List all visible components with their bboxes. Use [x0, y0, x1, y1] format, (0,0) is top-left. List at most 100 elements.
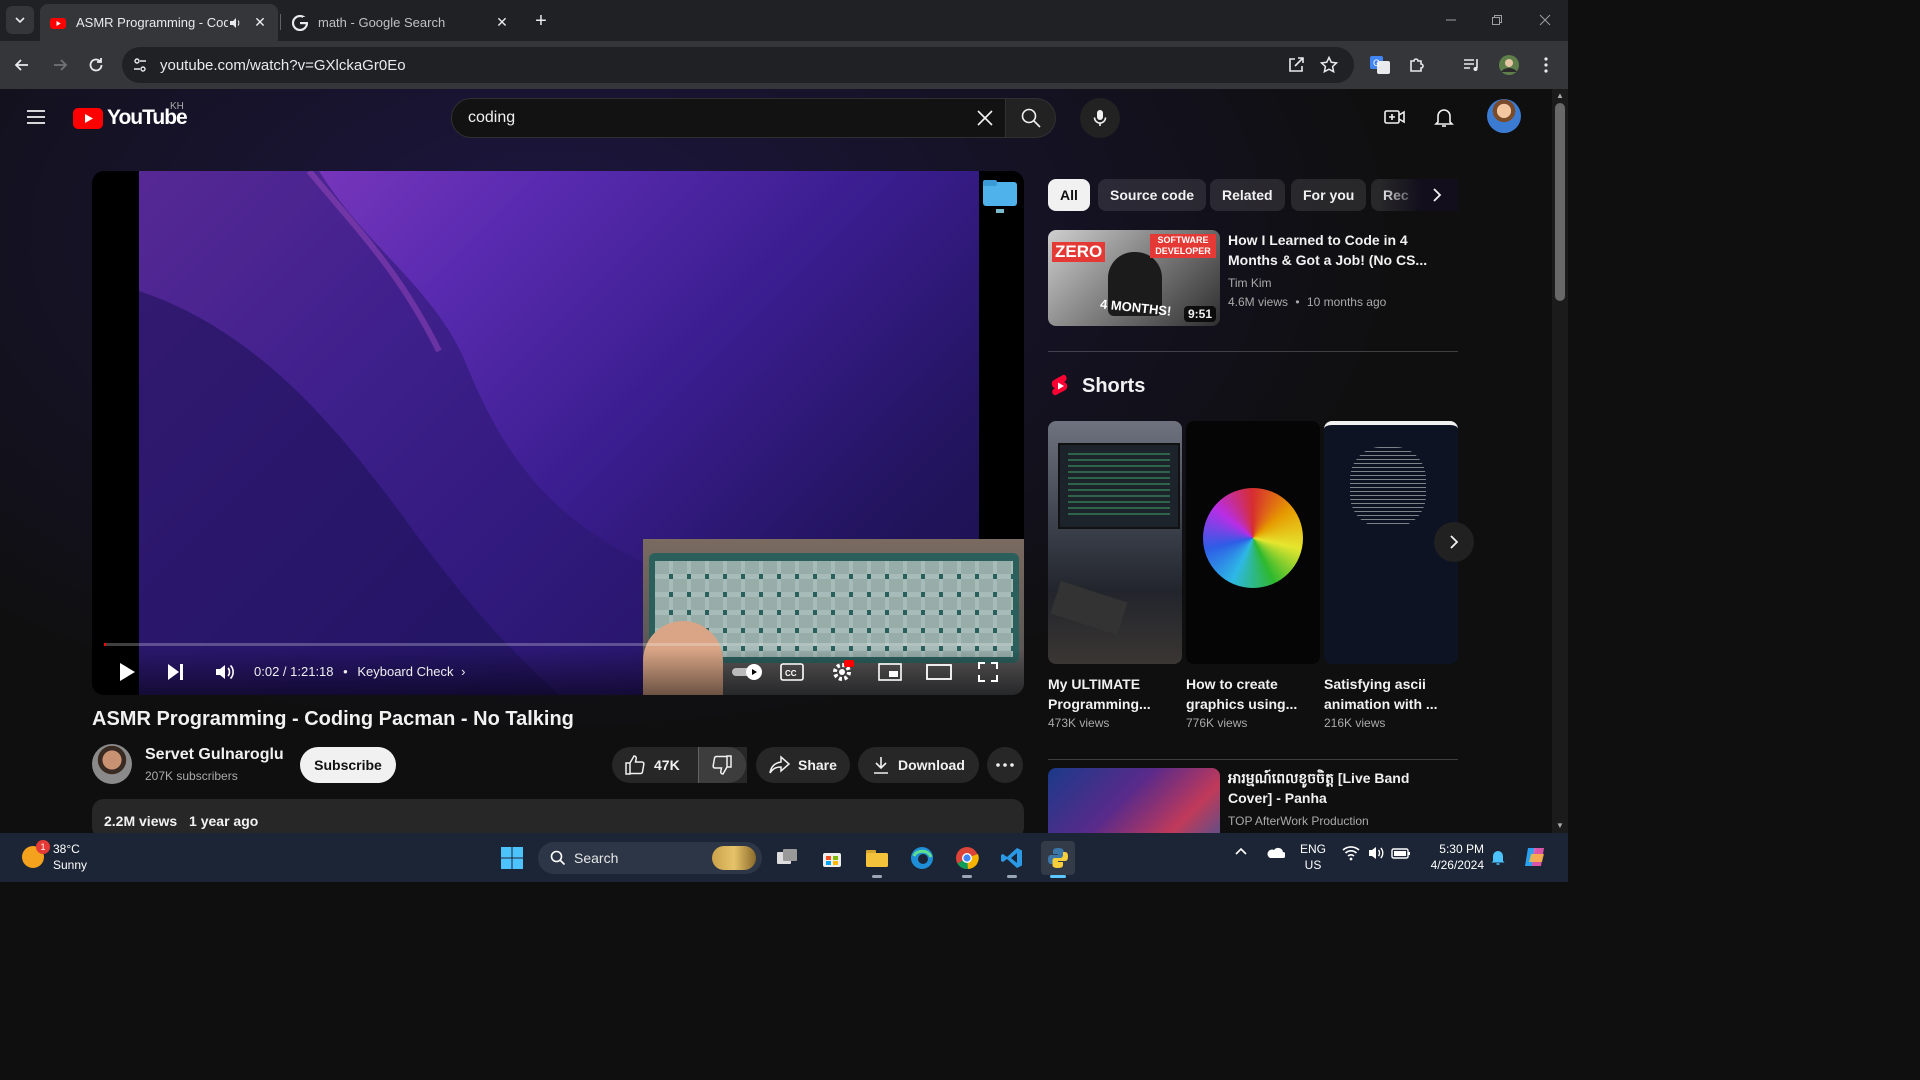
clear-search-button[interactable] — [965, 98, 1005, 138]
short-title[interactable]: My ULTIMATE Programming... — [1048, 674, 1182, 714]
search-button[interactable] — [1006, 98, 1056, 138]
next-button[interactable] — [160, 657, 190, 687]
recommended-video[interactable]: អារម្មណ៍ពេលខូចចិត្ត [Live Band Cover] - … — [1048, 768, 1458, 833]
chapter-title[interactable]: Keyboard Check — [357, 664, 453, 679]
subscribe-button[interactable]: Subscribe — [300, 747, 396, 783]
input-language[interactable]: ENG US — [1300, 841, 1326, 873]
start-button[interactable] — [495, 841, 529, 875]
volume-icon[interactable] — [1367, 845, 1385, 861]
restore-button[interactable] — [1482, 8, 1512, 32]
voice-search-button[interactable] — [1080, 98, 1120, 138]
short-thumbnail[interactable] — [1186, 421, 1320, 664]
chip-source-code[interactable]: Source code — [1098, 179, 1207, 211]
short-title[interactable]: How to create graphics using... — [1186, 674, 1320, 714]
scroll-up-arrow-icon[interactable]: ▲ — [1556, 91, 1564, 100]
play-button[interactable] — [112, 657, 142, 687]
search-input[interactable]: coding — [468, 109, 965, 127]
short-title[interactable]: Satisfying ascii animation with ... — [1324, 674, 1458, 714]
back-button[interactable] — [8, 51, 36, 79]
search-box[interactable]: coding — [451, 98, 1006, 138]
fullscreen-button[interactable] — [973, 657, 1003, 687]
site-info-button[interactable] — [122, 57, 158, 73]
video-player[interactable]: 0:02 / 1:21:18 • Keyboard Check › CC — [92, 171, 1024, 695]
more-actions-button[interactable] — [987, 747, 1023, 783]
miniplayer-button[interactable] — [875, 657, 905, 687]
system-clock[interactable]: 5:30 PM 4/26/2024 — [1422, 841, 1484, 873]
show-hidden-icons-button[interactable] — [1234, 845, 1248, 859]
scroll-down-arrow-icon[interactable]: ▼ — [1556, 821, 1564, 830]
theater-mode-button[interactable] — [924, 657, 954, 687]
page-scrollbar[interactable]: ▲ ▼ — [1552, 89, 1568, 833]
taskbar-search[interactable]: Search — [538, 842, 762, 874]
tab-search-button[interactable] — [6, 6, 34, 34]
scrollbar-thumb[interactable] — [1555, 103, 1565, 301]
address-bar[interactable]: youtube.com/watch?v=GXlckaGr0Eo — [122, 47, 1354, 83]
chip-all[interactable]: All — [1048, 179, 1090, 211]
battery-icon[interactable] — [1391, 845, 1411, 861]
channel-name[interactable]: Tim Kim — [1228, 276, 1272, 290]
channel-avatar[interactable] — [92, 744, 132, 784]
dislike-button[interactable] — [698, 747, 746, 783]
video-title[interactable]: How I Learned to Code in 4 Months & Got … — [1228, 230, 1448, 270]
create-video-icon[interactable] — [1383, 105, 1407, 129]
description-box[interactable]: 2.2M views 1 year ago — [92, 799, 1024, 833]
menu-icon[interactable] — [24, 105, 48, 129]
download-button[interactable]: Download — [858, 747, 979, 783]
open-in-app-icon[interactable] — [1286, 55, 1306, 75]
share-button[interactable]: Share — [756, 747, 850, 783]
shorts-next-button[interactable] — [1434, 522, 1474, 562]
extensions-button[interactable] — [1405, 53, 1429, 77]
chip-related[interactable]: Related — [1210, 179, 1285, 211]
chip-for-you[interactable]: For you — [1291, 179, 1367, 211]
weather-widget[interactable]: 1 38°C Sunny — [22, 840, 87, 873]
short-card[interactable]: Satisfying ascii animation with ... 216K… — [1324, 421, 1458, 730]
short-card[interactable]: How to create graphics using... 776K vie… — [1186, 421, 1320, 730]
autoplay-toggle[interactable] — [732, 657, 766, 687]
notifications-bell-icon[interactable] — [1432, 105, 1456, 129]
close-tab-icon[interactable]: ✕ — [252, 14, 268, 31]
microsoft-store-app[interactable] — [815, 841, 849, 875]
video-thumbnail[interactable]: ZERO SOFTWARE DEVELOPER 4 MONTHS! 9:51 — [1048, 230, 1220, 326]
chrome-app[interactable] — [950, 841, 984, 878]
mute-button[interactable] — [209, 657, 239, 687]
close-tab-icon[interactable]: ✕ — [494, 14, 510, 31]
profile-button[interactable] — [1497, 53, 1521, 77]
media-control-button[interactable] — [1460, 53, 1484, 77]
python-app[interactable] — [1041, 841, 1075, 878]
wifi-icon[interactable] — [1342, 845, 1360, 861]
minimize-button[interactable] — [1436, 8, 1466, 32]
account-avatar[interactable] — [1487, 99, 1521, 133]
short-thumbnail[interactable] — [1048, 421, 1182, 664]
close-window-button[interactable] — [1530, 8, 1560, 32]
edge-app[interactable] — [905, 841, 939, 875]
share-icon — [769, 755, 790, 774]
reload-button[interactable] — [82, 51, 110, 79]
tab-youtube[interactable]: ASMR Programming - Codi ✕ — [40, 4, 278, 41]
file-explorer-app[interactable] — [860, 841, 894, 878]
channel-name[interactable]: Servet Gulnaroglu — [145, 746, 284, 764]
google-translate-extension[interactable]: G — [1368, 53, 1392, 77]
new-tab-button[interactable]: + — [528, 8, 554, 34]
speaker-icon[interactable] — [228, 16, 242, 30]
onedrive-icon[interactable] — [1265, 847, 1285, 859]
task-view-button[interactable] — [770, 841, 804, 875]
progress-played — [104, 643, 106, 646]
video-duration: 9:51 — [1183, 306, 1216, 322]
recommended-video[interactable]: ZERO SOFTWARE DEVELOPER 4 MONTHS! 9:51 H… — [1048, 230, 1458, 326]
subtitles-button[interactable]: CC — [777, 657, 807, 687]
chrome-menu-button[interactable] — [1534, 53, 1558, 77]
video-title[interactable]: អារម្មណ៍ពេលខូចចិត្ត [Live Band Cover] - … — [1228, 768, 1448, 808]
short-card[interactable]: My ULTIMATE Programming... 473K views — [1048, 421, 1182, 730]
settings-button[interactable] — [827, 657, 857, 687]
chips-next-button[interactable] — [1380, 179, 1458, 211]
chevron-right-icon[interactable]: › — [461, 664, 465, 679]
vscode-app[interactable] — [995, 841, 1029, 878]
copilot-icon[interactable] — [1522, 844, 1548, 870]
video-thumbnail[interactable] — [1048, 768, 1220, 833]
notification-bell-icon[interactable] — [1491, 849, 1505, 865]
progress-bar[interactable] — [104, 643, 1012, 646]
forward-button[interactable] — [46, 51, 74, 79]
channel-name[interactable]: TOP AfterWork Production — [1228, 814, 1369, 828]
tab-google-search[interactable]: math - Google Search ✕ — [282, 4, 520, 41]
bookmark-star-icon[interactable] — [1319, 55, 1339, 75]
